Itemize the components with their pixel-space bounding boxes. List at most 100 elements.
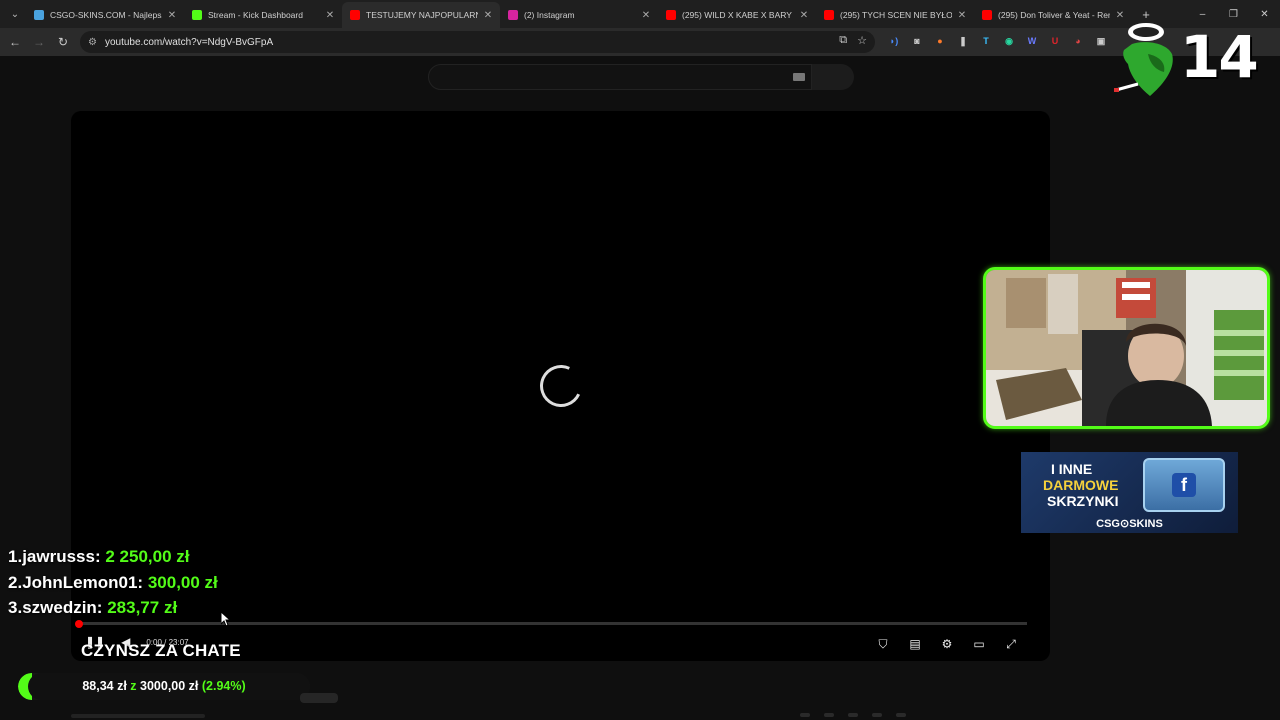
browser-tab[interactable]: CSGO-SKINS.COM - Najlepsze ✕ [26, 2, 184, 28]
browser-tab[interactable]: (295) Don Toliver & Yeat - Rend ✕ [974, 2, 1132, 28]
dot [896, 713, 906, 717]
donor-row: 3.szwedzin: 283,77 zł [8, 595, 218, 621]
donor-amount: 283,77 zł [107, 598, 178, 617]
day-counter: 14 [1180, 23, 1259, 91]
back-button[interactable]: ← [3, 30, 27, 54]
tab-title: (295) WILD X KABE X BARY X W [682, 10, 794, 20]
goal-separator: z [130, 679, 137, 693]
donation-goal-bar: 88,34 zł z 3000,00 zł (2.94%) [18, 673, 310, 700]
donor-name: JohnLemon01: [22, 572, 144, 592]
promo-banner: f I INNE DARMOWE SKRZYNKI CSG⊙SKINS [1021, 452, 1238, 533]
donor-amount: 300,00 zł [147, 572, 218, 592]
reload-button[interactable]: ↻ [51, 30, 75, 54]
extension-icon[interactable]: ◗) [886, 33, 902, 49]
extension-icon[interactable]: W [1024, 33, 1040, 49]
tab-close-icon[interactable]: ✕ [1114, 10, 1126, 21]
banner-line2: DARMOWE [1043, 477, 1119, 493]
browser-tab[interactable]: (2) Instagram ✕ [500, 2, 658, 28]
theater-mode-icon[interactable]: ▭ [970, 635, 988, 653]
bottom-dots [800, 713, 906, 717]
donor-row: 1.jawrusss: 2 250,00 zł [8, 544, 218, 570]
donor-rank: 2. [8, 572, 23, 592]
dot [800, 713, 810, 717]
goal-text: 88,34 zł z 3000,00 zł (2.94%) [18, 673, 310, 700]
tab-close-icon[interactable]: ✕ [640, 10, 652, 21]
extension-icon[interactable]: ◕ [1070, 33, 1086, 49]
tab-search-icon[interactable]: ⌄ [4, 3, 26, 25]
tab-favicon-icon [192, 10, 202, 20]
youtube-search-button[interactable] [812, 64, 854, 90]
donor-rank: 3. [8, 598, 23, 617]
tab-close-icon[interactable]: ✕ [798, 10, 810, 21]
screen: ⌄ CSGO-SKINS.COM - Najlepsze ✕ Stream - Ki… [0, 0, 1280, 720]
address-bar[interactable]: ⚙ youtube.com/watch?v=NdgV-BvGFpA ⧉ ☆ [80, 31, 875, 53]
tab-favicon-icon [34, 10, 44, 20]
dot [824, 713, 834, 717]
goal-bar-tail [300, 693, 338, 703]
banner-line1: I INNE [1051, 461, 1093, 477]
player-controls-right: ⛉ ▤ ⚙ ▭ ⤢ [874, 635, 1020, 653]
browser-tab[interactable]: (295) WILD X KABE X BARY X W ✕ [658, 2, 816, 28]
browser-tab[interactable]: Stream - Kick Dashboard ✕ [184, 2, 342, 28]
extension-icon[interactable]: ◉ [1001, 33, 1017, 49]
bottom-scroll-indicator [71, 714, 205, 718]
install-app-icon[interactable]: ⧉ [839, 34, 847, 47]
tab-title: (295) TYCH SCEN NIE BYŁO W [840, 10, 952, 20]
tab-close-icon[interactable]: ✕ [166, 10, 178, 21]
donor-name: szwedzin: [22, 598, 103, 617]
forward-button[interactable]: → [27, 30, 51, 54]
tab-favicon-icon [350, 10, 360, 20]
extension-icon[interactable]: ❚ [955, 33, 971, 49]
case-image: f [1143, 458, 1225, 512]
subtitles-icon[interactable]: ▤ [906, 635, 924, 653]
donor-rank: 1. [8, 547, 23, 566]
goal-target: 3000,00 zł [140, 679, 199, 693]
tab-close-icon[interactable]: ✕ [324, 10, 336, 21]
banner-line3: SKRZYNKI [1047, 493, 1119, 509]
kick-mascot-logo [1114, 23, 1173, 96]
donor-amount: 2 250,00 zł [105, 547, 190, 566]
donor-row: 2.JohnLemon01: 300,00 zł [8, 570, 218, 596]
facebook-icon: f [1172, 473, 1196, 497]
tab-title: CSGO-SKINS.COM - Najlepsze [50, 10, 162, 20]
dot [848, 713, 858, 717]
extension-icon[interactable]: T [978, 33, 994, 49]
rent-goal-label: CZYNSZ ZA CHATE [81, 641, 241, 660]
tab-favicon-icon [824, 10, 834, 20]
tab-list: CSGO-SKINS.COM - Najlepsze ✕ Stream - Kick… [26, 0, 1132, 28]
loading-spinner-icon [534, 359, 588, 413]
tab-title: Stream - Kick Dashboard [208, 10, 303, 20]
goal-current: 88,34 zł [82, 679, 127, 693]
fullscreen-icon[interactable]: ⤢ [1002, 635, 1020, 653]
keyboard-icon[interactable] [793, 73, 805, 81]
goal-percent: (2.94%) [201, 679, 246, 693]
browser-tab[interactable]: TESTUJEMY NAJPOPULARNIEJ ✕ [342, 2, 500, 28]
scrubber-handle[interactable] [75, 619, 83, 628]
tab-close-icon[interactable]: ✕ [956, 10, 968, 21]
tab-close-icon[interactable]: ✕ [482, 10, 494, 21]
tab-favicon-icon [508, 10, 518, 20]
site-info-icon[interactable]: ⚙ [88, 37, 97, 48]
shield-icon[interactable]: ⛉ [874, 635, 892, 653]
extension-icon[interactable]: ◙ [909, 33, 925, 49]
browser-tab[interactable]: (295) TYCH SCEN NIE BYŁO W ✕ [816, 2, 974, 28]
banner-brand: CSG⊙SKINS [1096, 518, 1163, 530]
top-donors-list: 1.jawrusss: 2 250,00 zł 2.JohnLemon01: 30… [8, 544, 218, 621]
dot [872, 713, 882, 717]
bookmark-star-icon[interactable]: ☆ [857, 34, 867, 47]
youtube-search-input[interactable] [428, 64, 812, 90]
extension-icon[interactable]: ● [932, 33, 948, 49]
tab-strip: ⌄ CSGO-SKINS.COM - Najlepsze ✕ Stream - Ki… [0, 0, 1280, 28]
extensions-bar: ◗) ◙ ● ❚ T ◉ W U ◕ ▣ [886, 33, 1109, 49]
tab-title: (2) Instagram [524, 10, 575, 20]
url-text: youtube.com/watch?v=NdgV-BvGFpA [104, 36, 274, 48]
webcam-image [986, 270, 1267, 426]
mouse-cursor-icon [221, 612, 231, 627]
extension-icon[interactable]: U [1047, 33, 1063, 49]
tab-favicon-icon [982, 10, 992, 20]
donor-name: jawrusss: [22, 547, 101, 566]
settings-gear-icon[interactable]: ⚙ [938, 635, 956, 653]
tab-title: TESTUJEMY NAJPOPULARNIEJ [366, 10, 478, 20]
tab-title: (295) Don Toliver & Yeat - Rend [998, 10, 1110, 20]
extension-icon[interactable]: ▣ [1093, 33, 1109, 49]
